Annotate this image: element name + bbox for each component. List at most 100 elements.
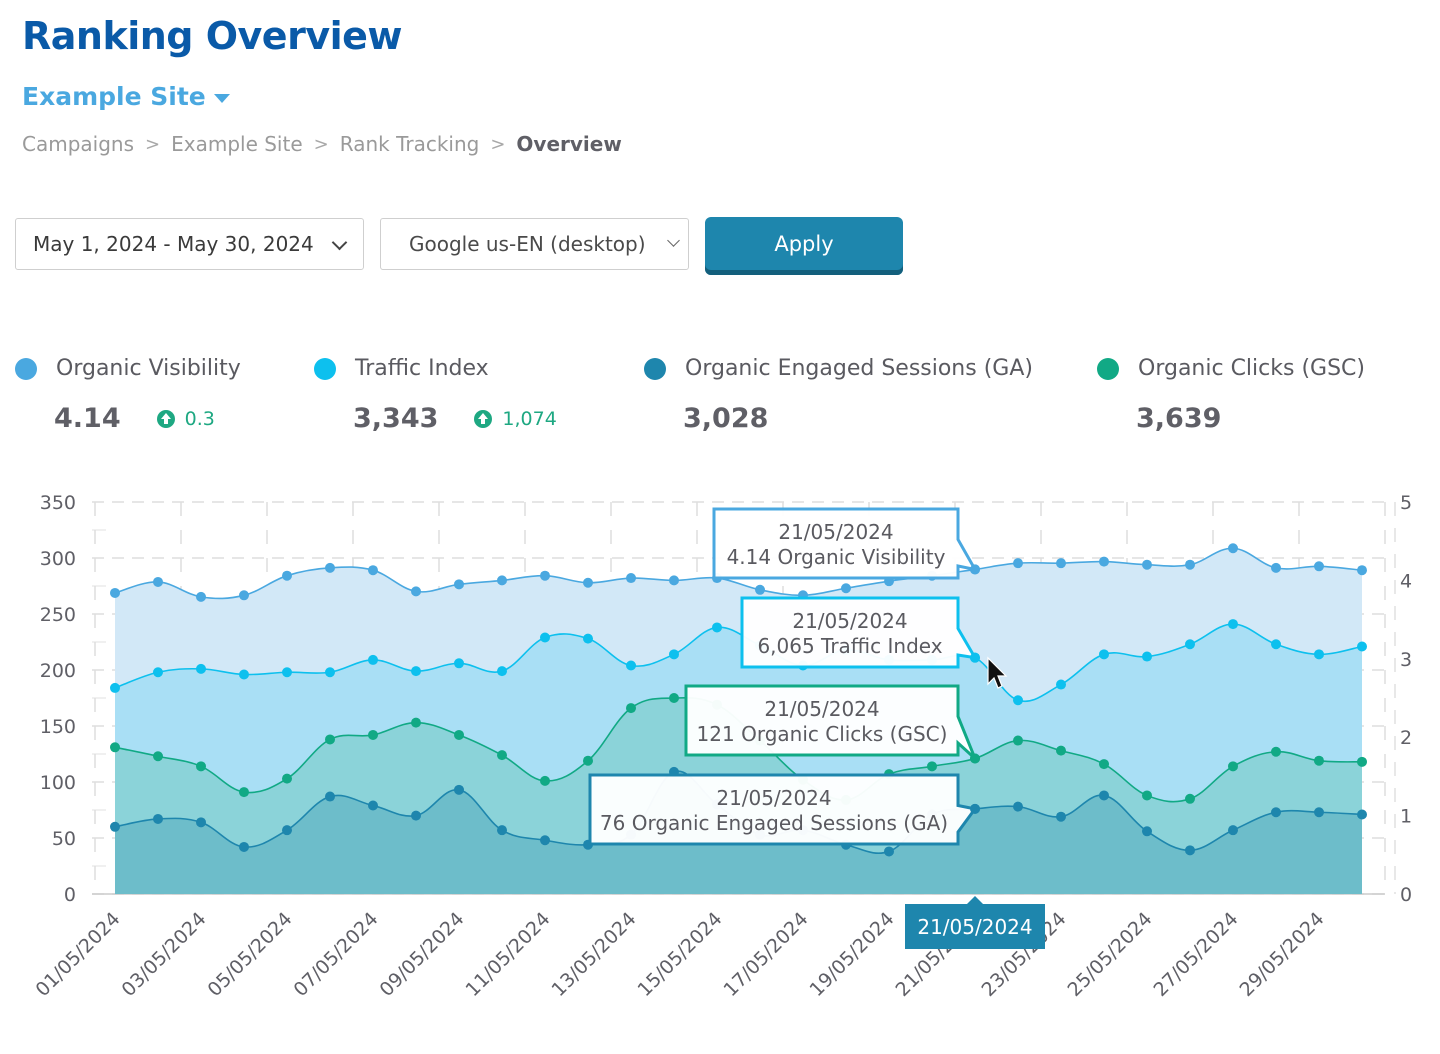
metric-label: Organic Clicks (GSC) bbox=[1138, 356, 1365, 381]
search-engine-select[interactable]: Google us-EN (desktop) bbox=[380, 218, 689, 270]
data-point bbox=[454, 729, 464, 740]
metric-organic-clicks[interactable]: Organic Clicks (GSC) 3,639 bbox=[1097, 356, 1365, 434]
x-tick-label: 03/05/2024 bbox=[118, 908, 211, 1001]
data-point bbox=[1271, 639, 1281, 650]
metric-value: 3,639 bbox=[1136, 403, 1222, 434]
x-hover-label: 21/05/2024 bbox=[905, 896, 1045, 949]
data-point bbox=[1142, 559, 1152, 570]
metric-value: 3,343 bbox=[353, 403, 439, 434]
apply-button[interactable]: Apply bbox=[705, 217, 903, 275]
data-point bbox=[325, 734, 335, 745]
data-point bbox=[497, 825, 507, 836]
x-tick-label: 11/05/2024 bbox=[462, 908, 555, 1001]
data-point bbox=[110, 821, 120, 832]
search-engine-value: Google us-EN (desktop) bbox=[409, 232, 646, 256]
breadcrumb-campaigns[interactable]: Campaigns bbox=[22, 132, 134, 156]
data-point bbox=[1056, 679, 1066, 690]
data-point bbox=[626, 660, 636, 671]
tooltip-date: 21/05/2024 bbox=[716, 786, 831, 810]
x-tick-label: 07/05/2024 bbox=[290, 908, 383, 1001]
data-point bbox=[1357, 565, 1367, 576]
chevron-down-icon bbox=[667, 234, 680, 247]
data-point bbox=[239, 590, 249, 601]
hover-point bbox=[970, 564, 980, 575]
y-tick-label: 250 bbox=[40, 604, 76, 626]
data-point bbox=[411, 717, 421, 728]
data-point bbox=[1228, 761, 1238, 772]
data-point bbox=[1099, 556, 1109, 567]
data-point bbox=[1357, 641, 1367, 652]
data-point bbox=[454, 658, 464, 669]
tooltip-date: 21/05/2024 bbox=[778, 520, 893, 544]
data-point bbox=[110, 587, 120, 598]
data-point bbox=[1013, 801, 1023, 812]
data-point bbox=[540, 632, 550, 643]
data-point bbox=[1056, 811, 1066, 822]
breadcrumb-separator: > bbox=[145, 133, 161, 155]
data-point bbox=[669, 649, 679, 660]
legend-dot-icon bbox=[15, 357, 37, 380]
data-point bbox=[1142, 651, 1152, 662]
breadcrumb-separator: > bbox=[313, 133, 329, 155]
legend-dot-icon bbox=[1097, 357, 1119, 380]
metric-engaged-sessions[interactable]: Organic Engaged Sessions (GA) 3,028 bbox=[644, 356, 1033, 434]
date-range-value: May 1, 2024 - May 30, 2024 bbox=[33, 232, 314, 256]
data-point bbox=[1099, 649, 1109, 660]
breadcrumb-site[interactable]: Example Site bbox=[171, 132, 303, 156]
data-point bbox=[884, 846, 894, 857]
data-point bbox=[196, 591, 206, 602]
tooltip-date: 21/05/2024 bbox=[764, 697, 879, 721]
metric-value: 4.14 bbox=[54, 403, 121, 434]
legend-dot-icon bbox=[644, 357, 666, 380]
x-tick-label: 27/05/2024 bbox=[1150, 908, 1243, 1001]
data-point bbox=[1357, 756, 1367, 767]
data-point bbox=[1185, 559, 1195, 570]
page-title: Ranking Overview bbox=[22, 14, 403, 58]
hover-point bbox=[970, 652, 980, 663]
data-point bbox=[669, 575, 679, 586]
metric-organic-visibility[interactable]: Organic Visibility 4.14 0.3 bbox=[15, 356, 241, 434]
metric-value: 3,028 bbox=[683, 403, 769, 434]
data-point bbox=[368, 729, 378, 740]
metric-label: Organic Visibility bbox=[56, 356, 241, 381]
data-point bbox=[497, 750, 507, 761]
date-range-select[interactable]: May 1, 2024 - May 30, 2024 bbox=[15, 218, 364, 270]
data-point bbox=[411, 810, 421, 821]
data-point bbox=[540, 775, 550, 786]
data-point bbox=[1271, 807, 1281, 818]
legend-dot-icon bbox=[314, 357, 336, 380]
x-tick-label: 05/05/2024 bbox=[204, 908, 297, 1001]
breadcrumb-rank-tracking[interactable]: Rank Tracking bbox=[340, 132, 480, 156]
data-point bbox=[196, 663, 206, 674]
data-point bbox=[540, 835, 550, 846]
data-point bbox=[411, 666, 421, 677]
tooltip-value: 121 Organic Clicks (GSC) bbox=[697, 722, 948, 746]
data-point bbox=[1056, 558, 1066, 569]
data-point bbox=[540, 570, 550, 581]
x-tick-label: 09/05/2024 bbox=[376, 908, 469, 1001]
data-point bbox=[583, 633, 593, 644]
data-point bbox=[110, 682, 120, 693]
data-point bbox=[110, 742, 120, 753]
data-point bbox=[1314, 561, 1324, 572]
site-selector[interactable]: Example Site bbox=[22, 82, 230, 111]
tooltip: 21/05/2024121 Organic Clicks (GSC) bbox=[684, 684, 980, 764]
data-point bbox=[153, 813, 163, 824]
chevron-down-icon bbox=[331, 234, 348, 251]
y-tick-label: 200 bbox=[40, 660, 76, 682]
data-point bbox=[1056, 745, 1066, 756]
ranking-chart[interactable]: 0 50 100 150 200 250 300 350 0 1 2 3 4 5 01/05/202403/… bbox=[0, 470, 1440, 1054]
data-point bbox=[1013, 558, 1023, 569]
metric-delta-value: 1,074 bbox=[502, 407, 557, 430]
data-point bbox=[1314, 807, 1324, 818]
metric-traffic-index[interactable]: Traffic Index 3,343 1,074 bbox=[314, 356, 557, 434]
data-point bbox=[411, 586, 421, 597]
data-point bbox=[282, 570, 292, 581]
tooltip-date: 21/05/2024 bbox=[792, 609, 907, 633]
data-point bbox=[1271, 746, 1281, 757]
data-point bbox=[454, 784, 464, 795]
data-point bbox=[1013, 695, 1023, 706]
data-point bbox=[196, 761, 206, 772]
data-point bbox=[497, 575, 507, 586]
x-tick-label: 13/05/2024 bbox=[548, 908, 641, 1001]
